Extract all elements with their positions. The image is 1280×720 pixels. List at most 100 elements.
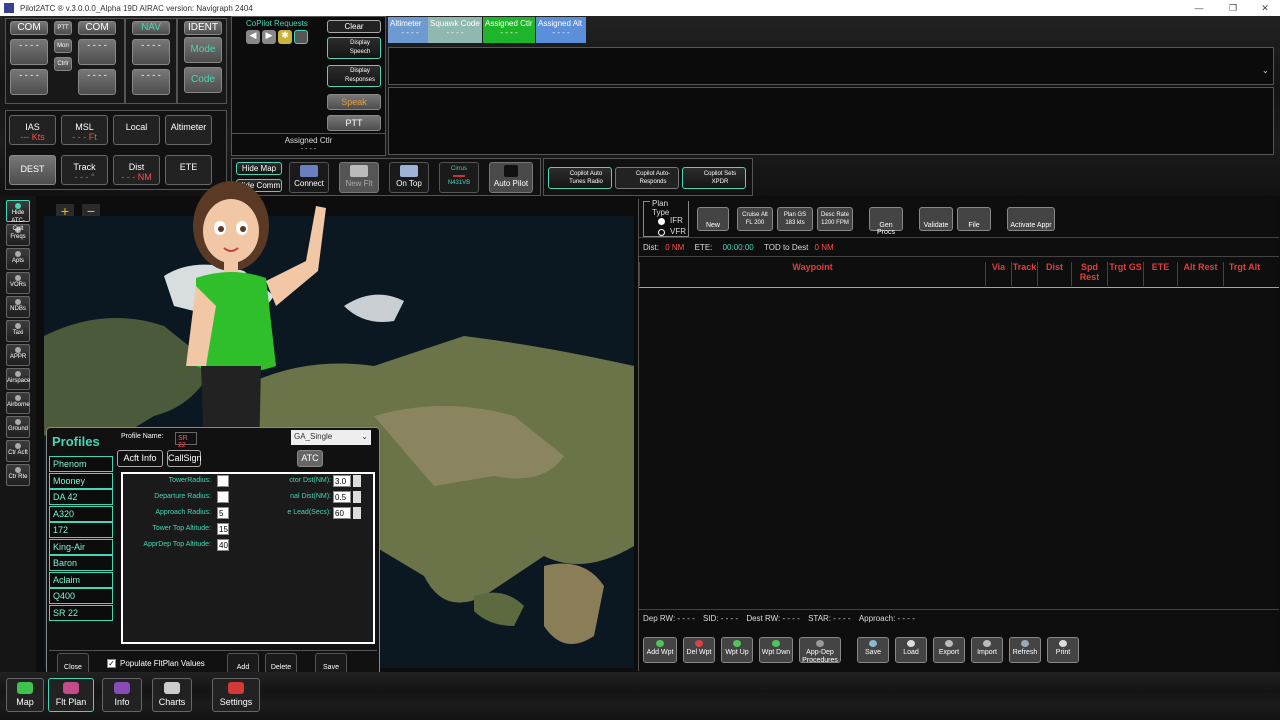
profile-list-item[interactable]: SR 22	[49, 604, 113, 621]
plan-action-button[interactable]: Load	[895, 637, 927, 663]
bottom-tab[interactable]: Map	[6, 678, 44, 712]
column-header[interactable]: Waypoint	[639, 262, 985, 286]
profile-field-input[interactable]: 15	[217, 523, 229, 535]
profile-list-item[interactable]: 172	[49, 522, 113, 538]
mon-button[interactable]: Mon	[54, 39, 72, 53]
profile-list-item[interactable]: Phenom	[49, 456, 113, 472]
plan-action-button[interactable]: Del Wpt	[683, 637, 715, 663]
profile-list-item[interactable]: Baron	[49, 555, 113, 571]
star-icon[interactable]: ✱	[278, 30, 292, 44]
column-header[interactable]: Via	[985, 262, 1011, 286]
plan-action-button[interactable]: Add Wpt	[643, 637, 677, 663]
profile-list-item[interactable]: Q400	[49, 588, 113, 604]
com2-active[interactable]: - - - -	[78, 39, 116, 65]
nav-button[interactable]: NAV	[132, 21, 170, 35]
column-header[interactable]: Alt Rest	[1177, 262, 1223, 286]
plan-gs-button[interactable]: Plan GS 183 kts	[777, 207, 813, 231]
play-icon[interactable]: ▶	[262, 30, 276, 44]
profile-field-input[interactable]: 0.5	[333, 491, 351, 503]
stepper-icon[interactable]	[353, 475, 361, 487]
lock-icon[interactable]	[294, 30, 308, 44]
desc-rate-button[interactable]: Desc Rate 1200 FPM	[817, 207, 853, 231]
profile-list-item[interactable]: DA 42	[49, 489, 113, 505]
nav-standby[interactable]: - - - -	[132, 69, 170, 95]
bottom-tab[interactable]: Flt Plan	[48, 678, 94, 712]
profile-name-input[interactable]: SR 22	[175, 432, 197, 449]
profile-list-item[interactable]: King-Air	[49, 538, 113, 555]
sidebar-item-6[interactable]: APPR	[6, 344, 30, 366]
profile-list-item[interactable]: Aclaim	[49, 571, 113, 588]
restore-button[interactable]: ❐	[1216, 0, 1250, 16]
copilot-tunes-toggle[interactable]: Copilot Auto Tunes Radio	[548, 167, 612, 189]
profile-list-item[interactable]: Mooney	[49, 472, 113, 489]
column-header[interactable]: ETE	[1143, 262, 1177, 286]
ctrlr-button[interactable]: Ctrlr	[54, 57, 72, 71]
scroll-down-icon[interactable]: ⌄	[1262, 66, 1274, 78]
profile-field-input[interactable]: 60	[333, 507, 351, 519]
bottom-tab[interactable]: Info	[102, 678, 142, 712]
mode-button[interactable]: Mode	[184, 37, 222, 63]
bottom-tab[interactable]: Charts	[152, 678, 192, 712]
com2-button[interactable]: COM	[78, 21, 116, 35]
com1-button[interactable]: COM	[10, 21, 48, 35]
on-top-button[interactable]: On Top	[389, 162, 429, 193]
ptt-button[interactable]: PTT	[327, 115, 381, 131]
com1-active[interactable]: - - - -	[10, 39, 48, 65]
display-speech-button[interactable]: Display Speech	[327, 37, 381, 59]
sidebar-item-3[interactable]: VORs	[6, 272, 30, 294]
vfr-radio[interactable]	[658, 229, 665, 236]
sidebar-item-8[interactable]: Airborne	[6, 392, 30, 414]
plan-action-button[interactable]: App-Dep Procedures	[799, 637, 841, 664]
stepper-icon[interactable]	[353, 491, 361, 503]
profile-field-input[interactable]: 40	[217, 539, 229, 551]
sidebar-item-7[interactable]: Airspace	[6, 368, 30, 390]
minimize-button[interactable]: —	[1182, 0, 1216, 16]
plan-action-button[interactable]: Export	[933, 637, 965, 663]
profile-field-input[interactable]: 5	[217, 507, 229, 519]
column-header[interactable]: Dist	[1037, 262, 1071, 286]
stepper-icon[interactable]	[353, 507, 361, 519]
tab-callsign[interactable]: CallSign	[167, 450, 202, 467]
cruise-alt-button[interactable]: Cruise Alt FL 200	[737, 207, 773, 231]
bottom-tab[interactable]: Settings	[212, 678, 260, 712]
copilot-xpdr-toggle[interactable]: Copilot Sets XPDR	[682, 167, 746, 189]
copilot-responds-toggle[interactable]: Copilot Auto-Responds	[615, 167, 679, 189]
plan-action-button[interactable]: Wpt Up	[721, 637, 753, 663]
sidebar-item-2[interactable]: Apts	[6, 248, 30, 270]
nav-active[interactable]: - - - -	[132, 39, 170, 65]
column-header[interactable]: Trgt GS	[1107, 262, 1143, 286]
auto-pilot-button[interactable]: Auto Pilot	[489, 162, 533, 193]
profile-list-item[interactable]: A320	[49, 505, 113, 522]
column-header[interactable]: Trgt Alt	[1223, 262, 1265, 286]
speak-button[interactable]: Speak	[327, 94, 381, 110]
gen-procs-button[interactable]: Gen Procs	[869, 207, 903, 236]
profile-field-input[interactable]: 3.0	[333, 475, 351, 487]
plan-action-button[interactable]: Import	[971, 637, 1003, 663]
tab-acft-info[interactable]: Acft Info	[117, 450, 163, 467]
sidebar-item-10[interactable]: Ctr Acft	[6, 440, 30, 462]
prev-icon[interactable]: ◀	[246, 30, 260, 44]
plan-action-button[interactable]: Refresh	[1009, 637, 1041, 663]
tab-atc[interactable]: ATC	[297, 450, 323, 467]
sidebar-item-4[interactable]: NDBs	[6, 296, 30, 318]
plan-action-button[interactable]: Save	[857, 637, 889, 663]
com1-standby[interactable]: - - - -	[10, 69, 48, 95]
sidebar-item-11[interactable]: Ctr Rte	[6, 464, 30, 486]
validate-button[interactable]: Validate	[919, 207, 953, 231]
aircraft-button[interactable]: Cirrus N431VB	[439, 162, 479, 193]
new-plan-button[interactable]: New	[697, 207, 729, 231]
file-button[interactable]: File	[957, 207, 991, 231]
display-responses-button[interactable]: Display Responses	[327, 65, 381, 87]
plan-action-button[interactable]: Print	[1047, 637, 1079, 663]
sidebar-item-5[interactable]: Taxi	[6, 320, 30, 342]
ifr-radio[interactable]	[658, 218, 665, 225]
plan-action-button[interactable]: Wpt Dwn	[759, 637, 793, 663]
ident-button[interactable]: IDENT	[184, 21, 222, 35]
aircraft-type-select[interactable]: GA_Single ⌄	[291, 430, 371, 445]
dest-button[interactable]: DEST	[9, 155, 56, 185]
column-header[interactable]: Spd Rest	[1071, 262, 1107, 286]
sidebar-item-9[interactable]: Ground	[6, 416, 30, 438]
sidebar-item-0[interactable]: Hide ATC-Cplt	[6, 200, 30, 232]
com2-standby[interactable]: - - - -	[78, 69, 116, 95]
column-header[interactable]: Track	[1011, 262, 1037, 286]
